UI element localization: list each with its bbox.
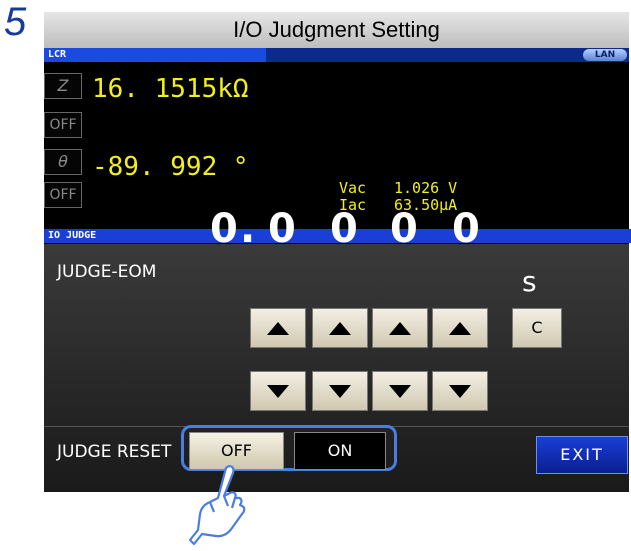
judge-reset-on-button[interactable]: ON: [294, 432, 386, 470]
param2-value: -89. 992 °: [92, 152, 249, 182]
step-number: 5: [4, 0, 27, 44]
eom-digit-1: 0: [268, 206, 296, 252]
monitor-v-name: Vac: [339, 179, 367, 197]
eom-digit-3: 0: [390, 206, 418, 252]
judge-eom-label: JUDGE-EOM: [57, 262, 157, 282]
pointing-hand-icon: [188, 465, 246, 546]
eom-digit-2: 0: [330, 206, 358, 252]
arrow-down-icon: [267, 384, 289, 398]
eom-digit-2-down-button[interactable]: [312, 371, 368, 411]
eom-digit-2-up-button[interactable]: [312, 308, 368, 348]
banner-title: I/O Judgment Setting: [44, 12, 629, 49]
exit-button[interactable]: EXIT: [536, 436, 628, 474]
eom-decimal-point: .: [240, 206, 256, 252]
arrow-down-icon: [449, 384, 471, 398]
clear-button[interactable]: C: [512, 308, 562, 348]
arrow-down-icon: [389, 384, 411, 398]
param1-state[interactable]: OFF: [44, 112, 82, 138]
param1-symbol[interactable]: Z: [44, 73, 82, 99]
arrow-up-icon: [389, 321, 411, 335]
arrow-up-icon: [329, 321, 351, 335]
param2-state[interactable]: OFF: [44, 182, 82, 208]
arrow-down-icon: [329, 384, 351, 398]
eom-digit-3-up-button[interactable]: [372, 308, 428, 348]
param2-symbol[interactable]: θ: [44, 149, 82, 175]
eom-unit: s: [522, 265, 537, 298]
monitor-v-value: 1.026 V: [394, 179, 458, 197]
lcr-label: LCR: [44, 48, 266, 62]
eom-digit-1-up-button[interactable]: [250, 308, 306, 348]
arrow-up-icon: [449, 321, 471, 335]
eom-digit-4: 0: [452, 206, 480, 252]
eom-digit-4-down-button[interactable]: [432, 371, 488, 411]
eom-digit-4-up-button[interactable]: [432, 308, 488, 348]
judge-reset-label: JUDGE RESET: [57, 442, 172, 462]
lan-badge: LAN: [583, 49, 627, 61]
lcr-header: LCR LAN: [44, 48, 629, 62]
eom-digit-3-down-button[interactable]: [372, 371, 428, 411]
arrow-up-icon: [267, 321, 289, 335]
param1-value: 16. 1515kΩ: [92, 74, 249, 104]
eom-digit-1-down-button[interactable]: [250, 371, 306, 411]
eom-digit-int: 0: [210, 206, 238, 252]
